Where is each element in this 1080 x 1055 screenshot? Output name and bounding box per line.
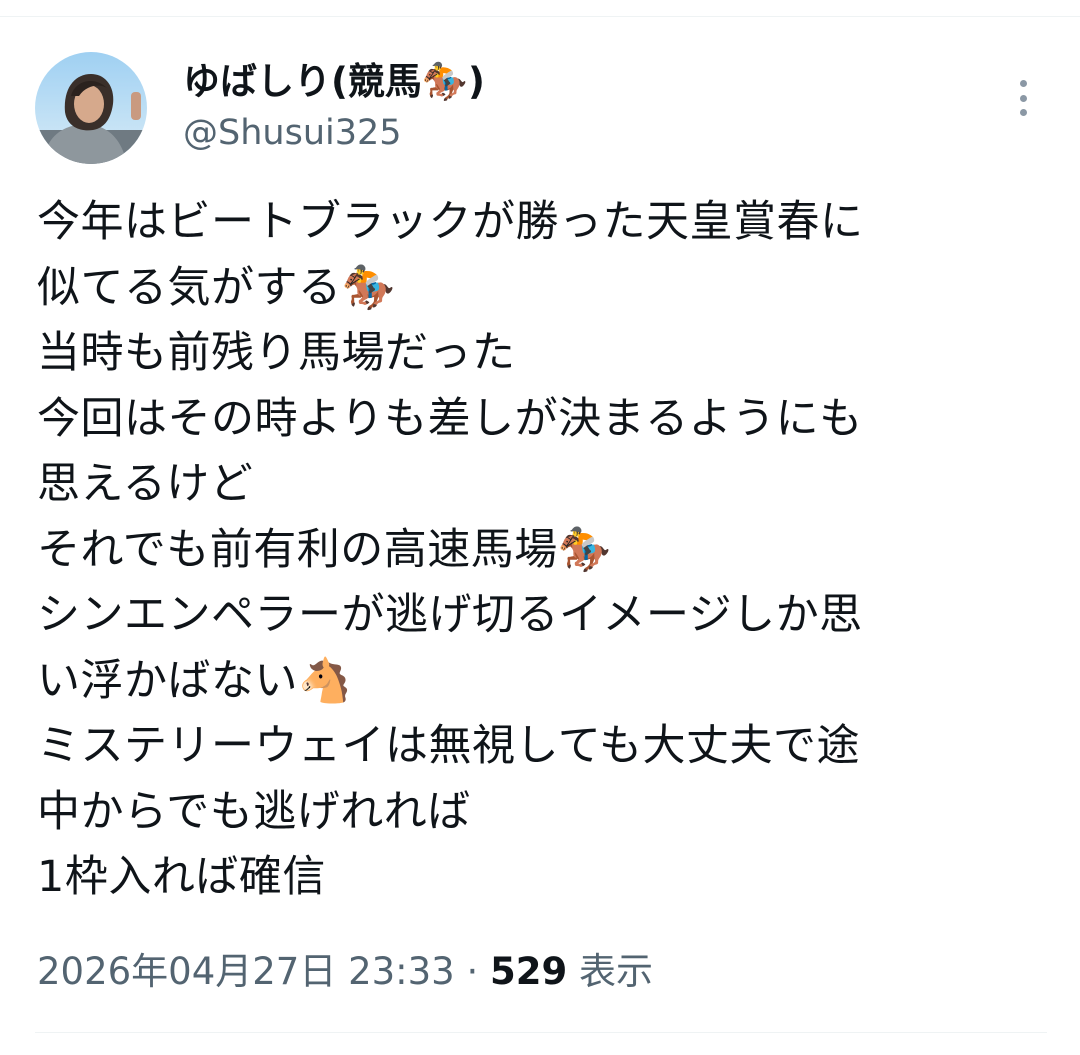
bottom-divider bbox=[35, 1032, 1047, 1033]
tweet-line: 似てる気がする🏇 bbox=[37, 262, 396, 313]
tweet-line: 1枠入れば確信 bbox=[37, 852, 326, 902]
tweet-timestamp[interactable]: 2026年04月27日 23:33 bbox=[37, 950, 455, 993]
avatar-image bbox=[35, 52, 147, 164]
tweet-line: ミステリーウェイは無視しても大丈夫で途 bbox=[37, 721, 861, 771]
more-vertical-icon[interactable] bbox=[1005, 76, 1041, 120]
views-count[interactable]: 529 bbox=[490, 950, 567, 993]
avatar[interactable] bbox=[35, 52, 147, 164]
views-label: 表示 bbox=[567, 950, 654, 993]
tweet-line: 中からでも逃げれれば bbox=[37, 786, 471, 837]
tweet-meta: 2026年04月27日 23:33 · 529 表示 bbox=[37, 946, 653, 998]
tweet-line: 思えるけど bbox=[37, 459, 254, 509]
top-divider bbox=[0, 16, 1080, 17]
tweet-line: シンエンペラーが逃げ切るイメージしか思 bbox=[37, 590, 863, 640]
more-dot bbox=[1019, 80, 1027, 87]
tweet-line: い浮かばない🐴 bbox=[37, 655, 353, 706]
tweet-line: 今年はビートブラックが勝った天皇賞春に bbox=[37, 197, 864, 247]
author-handle[interactable]: @Shusui325 bbox=[183, 110, 402, 156]
tweet-line: 当時も前残り馬場だった bbox=[37, 328, 516, 378]
tweet-line: それでも前有利の高速馬場🏇 bbox=[37, 524, 612, 575]
meta-separator: · bbox=[454, 950, 491, 993]
tweet-line: 今回はその時よりも差しが決まるようにも bbox=[37, 393, 863, 444]
tweet-text: 今年はビートブラックが勝った天皇賞春に 似てる気がする🏇 当時も前残り馬場だった… bbox=[37, 190, 1047, 911]
more-dot bbox=[1019, 94, 1027, 102]
more-dot bbox=[1019, 109, 1027, 116]
author-display-name[interactable]: ゆばしり(競馬🏇) bbox=[183, 58, 485, 106]
